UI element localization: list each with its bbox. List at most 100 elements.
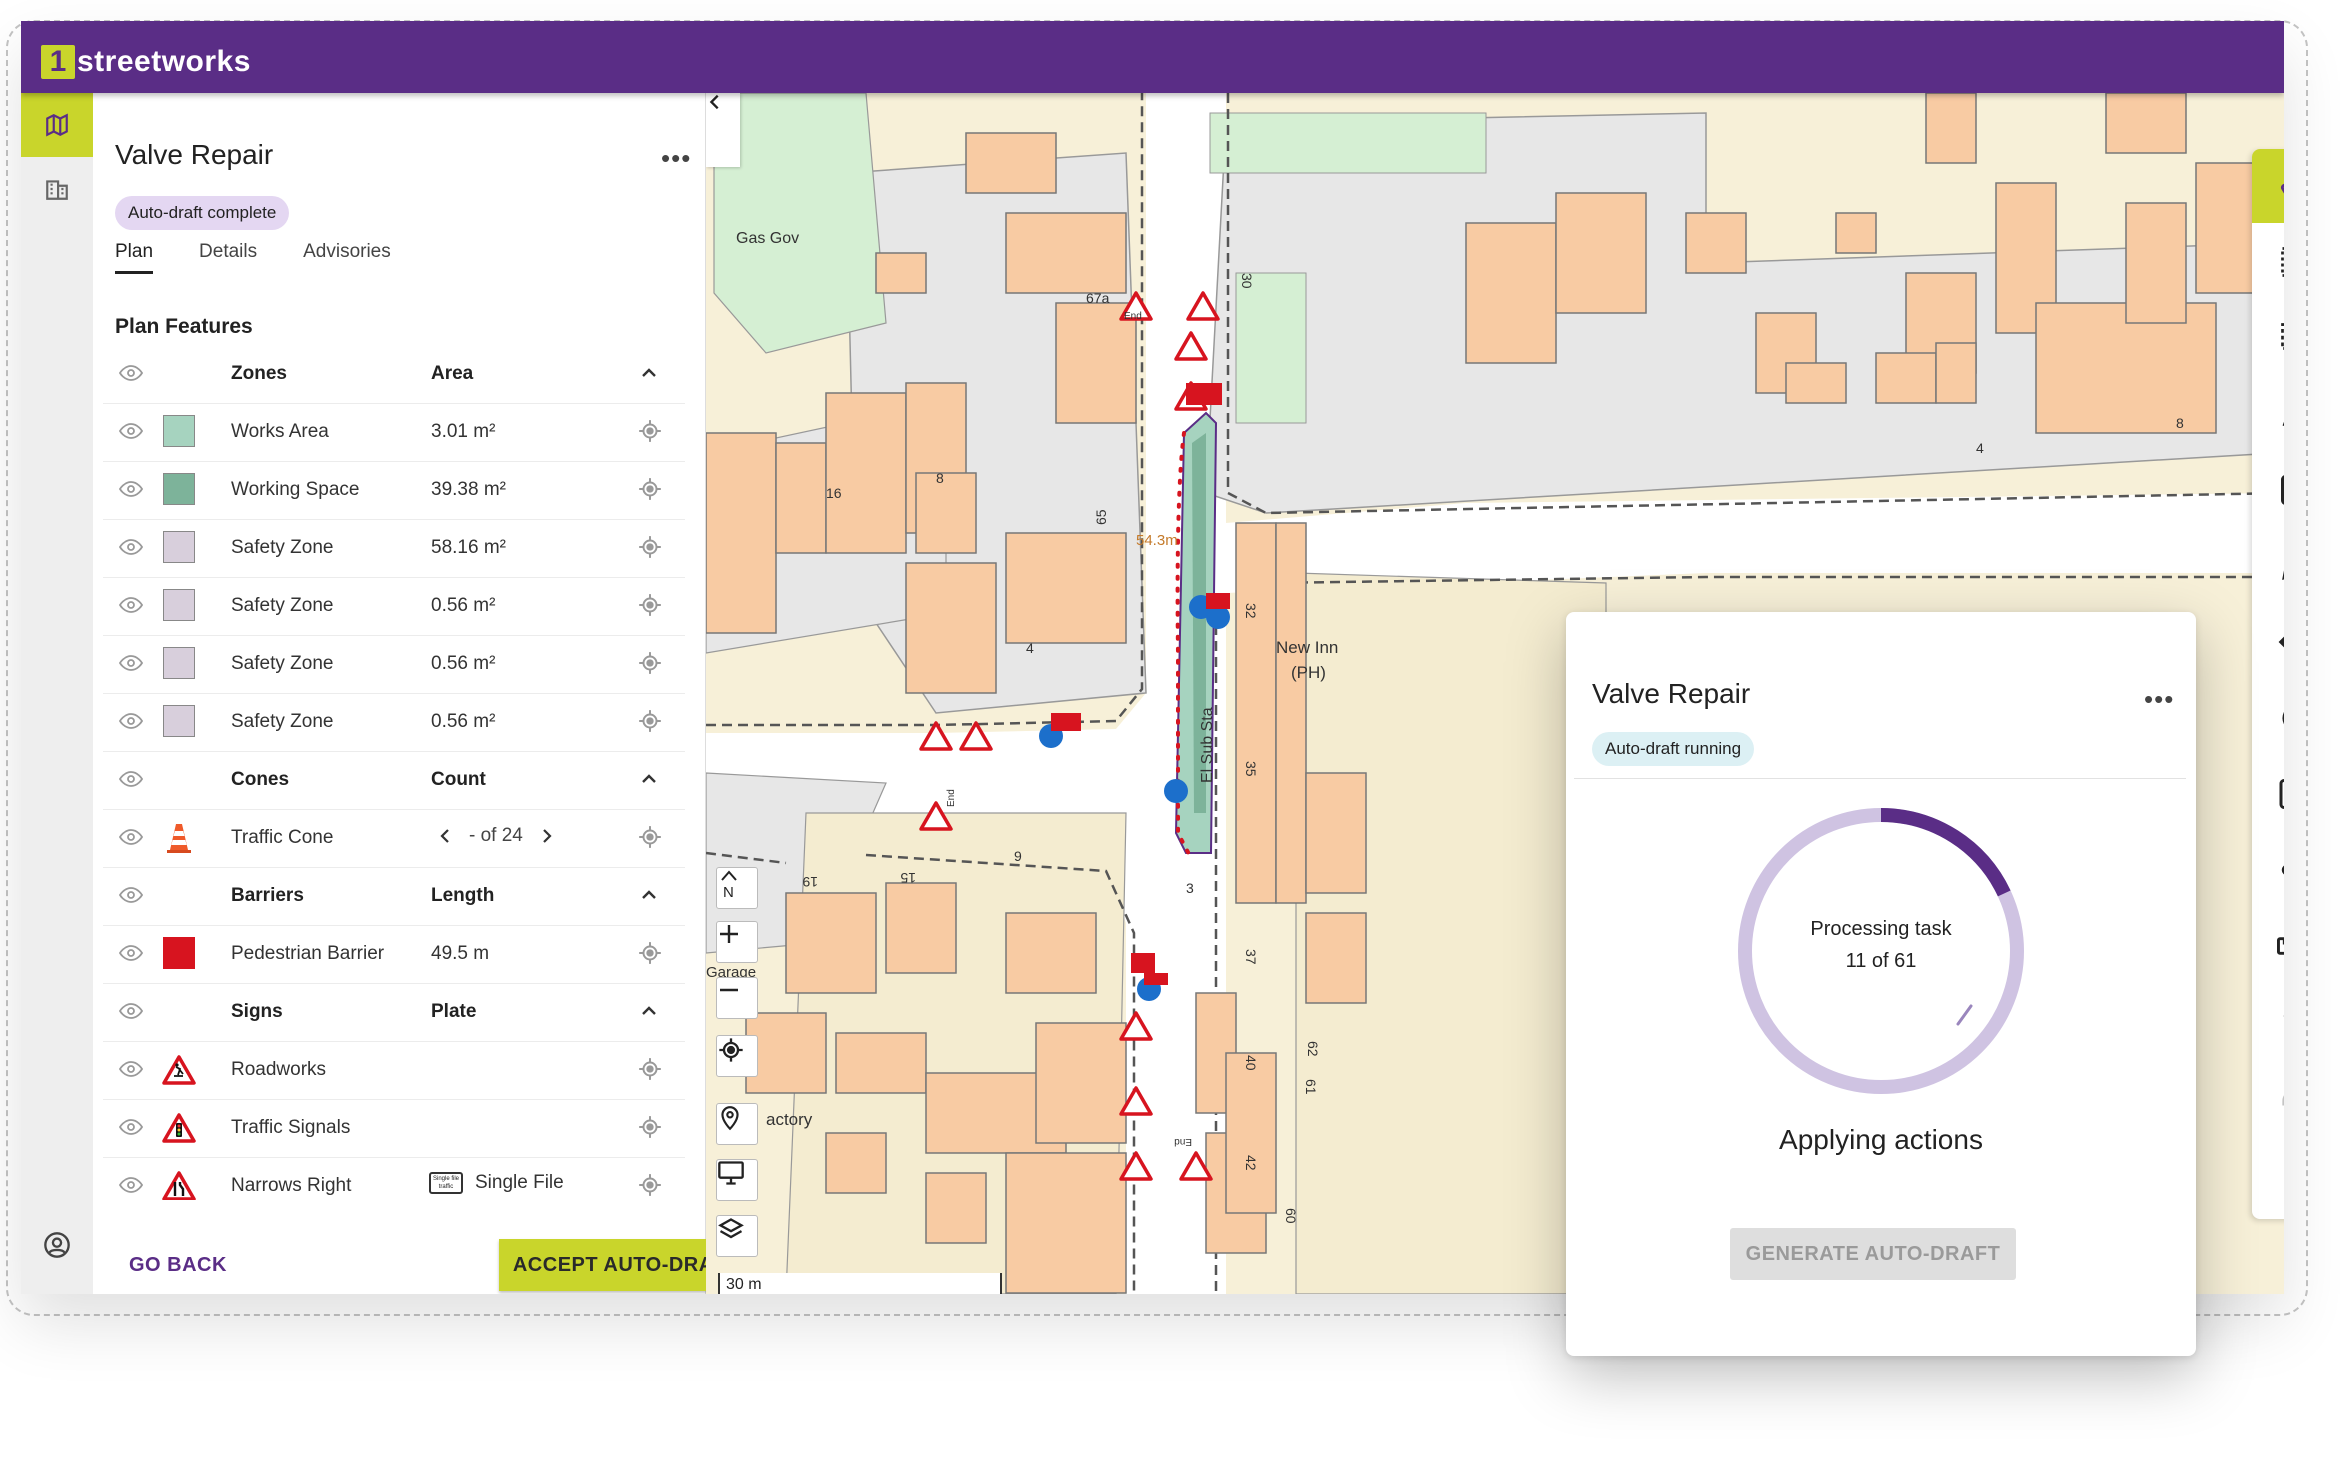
display-button[interactable] (716, 1159, 758, 1201)
pointer-tool[interactable] (2252, 149, 2284, 223)
ruler-icon (2277, 937, 2284, 955)
locate-icon[interactable] (637, 1056, 663, 1082)
locate-icon[interactable] (637, 592, 663, 618)
dialog-more-button[interactable]: ••• (2144, 684, 2174, 715)
feature-value: 0.56 m² (431, 711, 496, 732)
move-tool[interactable] (2252, 605, 2284, 679)
collapse-panel-button[interactable] (706, 93, 740, 167)
chevron-right-icon[interactable] (537, 826, 557, 846)
group-label: Signs (231, 1001, 283, 1022)
connect-tool[interactable] (2252, 833, 2284, 907)
chevron-up-icon[interactable] (639, 363, 659, 383)
freehand-tool[interactable] (2252, 377, 2284, 451)
tab-advisories[interactable]: Advisories (303, 241, 391, 274)
share-nodes-icon (2281, 865, 2284, 875)
left-nav (21, 93, 93, 1294)
cone-count: - of 24 (469, 825, 523, 846)
locate-icon[interactable] (637, 1172, 663, 1198)
select-area-tool[interactable] (2252, 301, 2284, 375)
tab-plan[interactable]: Plan (115, 241, 154, 274)
resize-tool[interactable] (2252, 757, 2284, 831)
north-arrow-icon: N (721, 870, 737, 900)
locate-icon[interactable] (637, 534, 663, 560)
go-back-button[interactable]: GO BACK (129, 1254, 227, 1277)
rotate-tool[interactable] (2252, 681, 2284, 755)
eye-icon[interactable] (119, 711, 143, 731)
map-label-end-2: End (946, 789, 957, 807)
measure-tool[interactable] (2252, 909, 2284, 983)
layers-button[interactable] (716, 1215, 758, 1257)
eye-icon[interactable] (119, 537, 143, 557)
add-tool[interactable] (2252, 453, 2284, 527)
map-label-sub-sta: El Sub Sta (1199, 707, 1216, 783)
eye-icon[interactable] (119, 1117, 143, 1137)
eye-icon[interactable] (119, 827, 143, 847)
logo-mark: 1 (41, 45, 75, 79)
table-row[interactable]: Working Space 39.38 m² (103, 461, 685, 520)
locate-icon[interactable] (637, 476, 663, 502)
building-icon (46, 180, 68, 200)
eye-icon[interactable] (119, 943, 143, 963)
eye-icon[interactable] (119, 1175, 143, 1195)
chevron-left-icon[interactable] (435, 826, 455, 846)
logo-text: streetworks (77, 45, 251, 78)
feature-value: 3.01 m² (431, 421, 496, 442)
progress-count: 11 of 61 (1845, 950, 1917, 972)
table-row[interactable]: Pedestrian Barrier 49.5 m (103, 925, 685, 984)
eye-icon[interactable] (119, 595, 143, 615)
zoom-in-button[interactable] (716, 921, 758, 963)
edit-tool[interactable] (2252, 529, 2284, 603)
table-row[interactable]: Safety Zone 0.56 m² (103, 635, 685, 694)
zoom-out-button[interactable] (716, 977, 758, 1019)
select-box-icon (2281, 247, 2284, 277)
table-row[interactable]: Safety Zone 0.56 m² (103, 693, 685, 752)
eye-icon[interactable] (119, 1059, 143, 1079)
my-location-button[interactable] (716, 1035, 758, 1077)
chevron-up-icon[interactable] (639, 1001, 659, 1021)
top-bar: 1 streetworks (21, 21, 2284, 93)
table-row[interactable]: Works Area 3.01 m² (103, 403, 685, 462)
nav-map[interactable] (21, 93, 93, 157)
nav-account[interactable] (21, 1213, 93, 1277)
eye-icon[interactable] (119, 479, 143, 499)
table-row[interactable]: Roadworks (103, 1041, 685, 1100)
redo-icon (2282, 1095, 2284, 1106)
generate-auto-draft-button[interactable]: GENERATE AUTO-DRAFT (1730, 1228, 2016, 1280)
eye-icon[interactable] (119, 653, 143, 673)
feature-name: Working Space (231, 479, 360, 500)
tab-details[interactable]: Details (199, 241, 257, 274)
locate-icon[interactable] (637, 1114, 663, 1140)
chevron-up-icon[interactable] (639, 769, 659, 789)
eye-icon[interactable] (119, 1001, 143, 1021)
locate-icon[interactable] (637, 650, 663, 676)
north-button[interactable]: N (716, 867, 758, 909)
feature-value: 39.38 m² (431, 479, 506, 500)
streetworks-logo[interactable]: 1 streetworks (41, 45, 251, 79)
table-row[interactable]: Traffic Signals (103, 1099, 685, 1158)
eye-icon[interactable] (119, 885, 143, 905)
feature-name: Roadworks (231, 1059, 327, 1080)
locate-icon[interactable] (637, 708, 663, 734)
table-row[interactable]: Traffic Cone - of 24 (103, 809, 685, 868)
eye-icon[interactable] (119, 363, 143, 383)
undo-tool[interactable] (2252, 985, 2284, 1059)
table-row[interactable]: Narrows Right Single file traffic Single… (103, 1157, 685, 1200)
chevron-up-icon[interactable] (639, 885, 659, 905)
locate-icon[interactable] (637, 940, 663, 966)
color-swatch (163, 705, 195, 737)
locate-icon[interactable] (637, 824, 663, 850)
redo-tool[interactable] (2252, 1061, 2284, 1135)
table-row[interactable]: Safety Zone 0.56 m² (103, 577, 685, 636)
select-box-tool[interactable] (2252, 225, 2284, 299)
table-row[interactable]: Safety Zone 58.16 m² (103, 519, 685, 578)
eye-icon[interactable] (119, 769, 143, 789)
nav-buildings[interactable] (21, 157, 93, 221)
place-marker-button[interactable] (716, 1103, 758, 1145)
feature-name: Safety Zone (231, 711, 334, 732)
delete-tool[interactable] (2252, 1137, 2284, 1211)
eye-icon[interactable] (119, 421, 143, 441)
map-label-62: 62 (1305, 1041, 1321, 1057)
progress-label: Processing task (1810, 918, 1952, 940)
locate-icon[interactable] (637, 418, 663, 444)
panel-more-button[interactable]: ••• (661, 143, 691, 174)
